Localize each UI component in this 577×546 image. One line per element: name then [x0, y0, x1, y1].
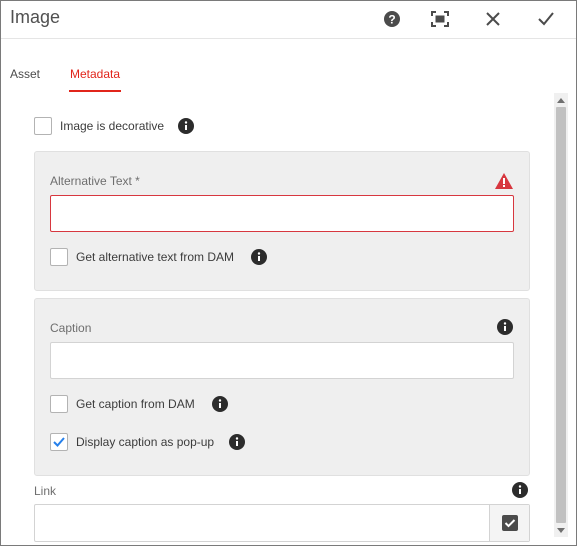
- alt-from-dam-checkbox[interactable]: [50, 248, 68, 266]
- caption-popup-checkbox[interactable]: [50, 433, 68, 451]
- alt-text-label: Alternative Text *: [50, 174, 140, 188]
- tab-bar: Asset Metadata: [1, 59, 576, 93]
- decorative-info-button[interactable]: [178, 118, 194, 134]
- select-checkbox-icon: [501, 515, 518, 531]
- help-button[interactable]: ?: [382, 9, 402, 29]
- caption-info-button[interactable]: [497, 319, 513, 335]
- fullscreen-icon: [431, 11, 449, 27]
- help-icon: ?: [384, 11, 400, 27]
- checkmark-icon: [538, 12, 554, 26]
- info-icon: [229, 434, 245, 450]
- link-picker-button[interactable]: [489, 505, 529, 541]
- link-info-button[interactable]: [512, 482, 528, 498]
- close-button[interactable]: [483, 9, 503, 29]
- decorative-label: Image is decorative: [60, 119, 165, 133]
- chevron-up-icon: [557, 97, 565, 103]
- tab-asset[interactable]: Asset: [10, 67, 40, 81]
- info-icon: [512, 482, 528, 498]
- info-icon: [178, 118, 194, 134]
- done-button[interactable]: [536, 9, 556, 29]
- tab-metadata[interactable]: Metadata: [70, 67, 120, 81]
- info-icon: [497, 319, 513, 335]
- alt-text-panel: Alternative Text * Get alternative text …: [34, 151, 530, 291]
- scroll-up-arrow[interactable]: [554, 93, 568, 107]
- caption-popup-label: Display caption as pop-up: [76, 435, 215, 449]
- link-input[interactable]: [34, 504, 530, 542]
- info-icon: [212, 396, 228, 412]
- image-dialog: Image ? Asset Metadata Image is decorati…: [0, 0, 577, 546]
- caption-popup-info-button[interactable]: [229, 434, 245, 450]
- decorative-checkbox[interactable]: [34, 117, 52, 135]
- info-icon: [251, 249, 267, 265]
- active-tab-indicator: [69, 90, 121, 92]
- caption-panel: Caption Get caption from DAM Display cap…: [34, 298, 530, 476]
- chevron-down-icon: [557, 527, 565, 533]
- caption-label: Caption: [50, 321, 92, 335]
- caption-from-dam-label: Get caption from DAM: [76, 397, 195, 411]
- close-icon: [486, 12, 500, 26]
- dialog-header: Image ?: [1, 1, 576, 39]
- fullscreen-button[interactable]: [430, 9, 450, 29]
- caption-from-dam-checkbox[interactable]: [50, 395, 68, 413]
- warning-icon: [495, 173, 513, 189]
- caption-from-dam-info-button[interactable]: [212, 396, 228, 412]
- caption-input[interactable]: [50, 342, 514, 379]
- alt-from-dam-info-button[interactable]: [251, 249, 267, 265]
- dialog-title: Image: [10, 7, 61, 27]
- vertical-scrollbar[interactable]: [554, 93, 568, 537]
- alt-from-dam-label: Get alternative text from DAM: [76, 250, 235, 264]
- link-label: Link: [34, 484, 57, 498]
- checkmark-icon: [53, 437, 65, 447]
- scroll-down-arrow[interactable]: [554, 523, 568, 537]
- scrollbar-thumb[interactable]: [556, 107, 566, 523]
- alt-text-input[interactable]: [50, 195, 514, 232]
- svg-text:?: ?: [388, 13, 395, 27]
